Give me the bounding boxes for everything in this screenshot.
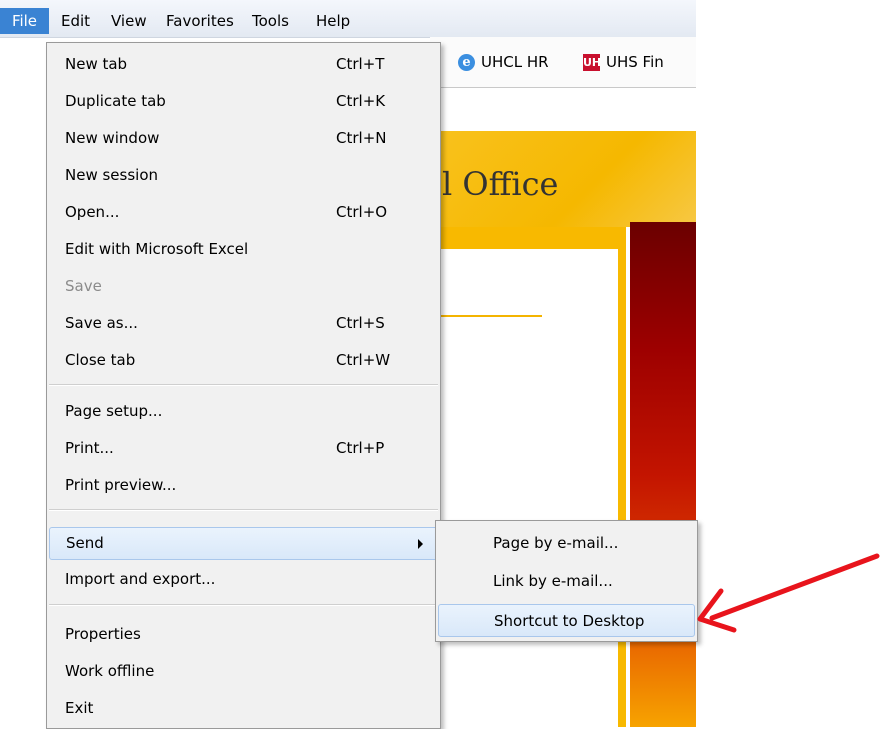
page-title: l Office — [442, 165, 559, 203]
page-header-banner: l Office — [430, 131, 696, 227]
menu-item-label: Send — [66, 534, 104, 552]
menu-item-send[interactable]: Send — [49, 527, 438, 560]
menu-file[interactable]: File — [0, 8, 49, 34]
menu-item-open[interactable]: Open... Ctrl+O — [47, 197, 440, 228]
submenu-item-link-by-email[interactable]: Link by e-mail... — [436, 565, 697, 596]
menu-item-label: Open... — [65, 203, 120, 221]
menu-separator — [49, 509, 438, 511]
menu-separator — [49, 604, 438, 606]
menu-item-label: Duplicate tab — [65, 92, 166, 110]
annotation-arrow-icon — [697, 553, 880, 633]
menu-item-label: Save as... — [65, 314, 138, 332]
menu-item-import-export[interactable]: Import and export... — [47, 564, 440, 595]
uh-logo-icon: UH — [583, 53, 602, 71]
menu-tools[interactable]: Tools — [252, 10, 289, 32]
menu-item-label: Shortcut to Desktop — [494, 612, 645, 630]
menu-item-close-tab[interactable]: Close tab Ctrl+W — [47, 345, 440, 376]
menu-favorites[interactable]: Favorites — [166, 10, 234, 32]
menu-item-label: New tab — [65, 55, 128, 73]
content-panel-body — [430, 249, 618, 727]
menu-item-exit[interactable]: Exit — [47, 693, 440, 724]
menu-help[interactable]: Help — [316, 10, 350, 32]
menu-item-label: Save — [65, 277, 102, 295]
menu-item-print[interactable]: Print... Ctrl+P — [47, 433, 440, 464]
menu-item-new-session[interactable]: New session — [47, 160, 440, 191]
menu-item-shortcut: Ctrl+T — [336, 55, 385, 73]
menu-item-label: Link by e-mail... — [493, 572, 613, 590]
favorite-label: UHS Fin — [606, 53, 664, 71]
menu-item-label: Close tab — [65, 351, 136, 369]
submenu-item-shortcut-to-desktop[interactable]: Shortcut to Desktop — [438, 604, 695, 637]
send-submenu: Page by e-mail... Link by e-mail... Shor… — [435, 520, 698, 642]
ie-page-icon: e — [458, 53, 475, 71]
menu-item-label: Exit — [65, 699, 94, 717]
favorite-label: UHCL HR — [481, 53, 549, 71]
menu-item-label: Print preview... — [65, 476, 177, 494]
menu-item-save: Save — [47, 271, 440, 302]
menu-item-properties[interactable]: Properties — [47, 619, 440, 650]
content-panel — [430, 227, 626, 727]
menu-item-edit-with-excel[interactable]: Edit with Microsoft Excel — [47, 234, 440, 265]
favorites-bar: e UHCL HR UH UHS Fin — [430, 37, 696, 88]
submenu-item-page-by-email[interactable]: Page by e-mail... — [436, 527, 697, 558]
menu-item-label: New session — [65, 166, 159, 184]
menu-item-shortcut: Ctrl+P — [336, 439, 385, 457]
menu-item-save-as[interactable]: Save as... Ctrl+S — [47, 308, 440, 339]
menu-item-label: Print... — [65, 439, 114, 457]
menu-item-print-preview[interactable]: Print preview... — [47, 470, 440, 501]
menu-item-shortcut: Ctrl+S — [336, 314, 385, 332]
menu-edit[interactable]: Edit — [61, 10, 90, 32]
menu-item-shortcut: Ctrl+W — [336, 351, 391, 369]
menu-item-label: Work offline — [65, 662, 155, 680]
menu-item-shortcut: Ctrl+O — [336, 203, 388, 221]
menu-bar: File Edit View Favorites Tools Help — [0, 0, 696, 38]
menu-item-shortcut: Ctrl+N — [336, 129, 387, 147]
submenu-arrow-icon — [418, 539, 423, 549]
menu-item-label: Properties — [65, 625, 141, 643]
divider — [430, 315, 542, 317]
file-menu-dropdown: New tab Ctrl+T Duplicate tab Ctrl+K New … — [46, 42, 441, 729]
menu-view[interactable]: View — [111, 10, 147, 32]
favorite-uhs-fin[interactable]: UH UHS Fin — [583, 53, 664, 71]
menu-item-new-window[interactable]: New window Ctrl+N — [47, 123, 440, 154]
favorite-uhcl-hr[interactable]: e UHCL HR — [458, 53, 549, 71]
decorative-gradient-panel — [630, 222, 696, 727]
menu-item-label: Import and export... — [65, 570, 216, 588]
menu-separator — [49, 384, 438, 386]
menu-item-label: New window — [65, 129, 160, 147]
menu-item-label: Edit with Microsoft Excel — [65, 240, 249, 258]
menu-item-new-tab[interactable]: New tab Ctrl+T — [47, 49, 440, 80]
menu-item-label: Page by e-mail... — [493, 534, 619, 552]
menu-item-label: Page setup... — [65, 402, 163, 420]
menu-item-duplicate-tab[interactable]: Duplicate tab Ctrl+K — [47, 86, 440, 117]
menu-item-work-offline[interactable]: Work offline — [47, 656, 440, 687]
menu-item-page-setup[interactable]: Page setup... — [47, 396, 440, 427]
menu-item-shortcut: Ctrl+K — [336, 92, 386, 110]
